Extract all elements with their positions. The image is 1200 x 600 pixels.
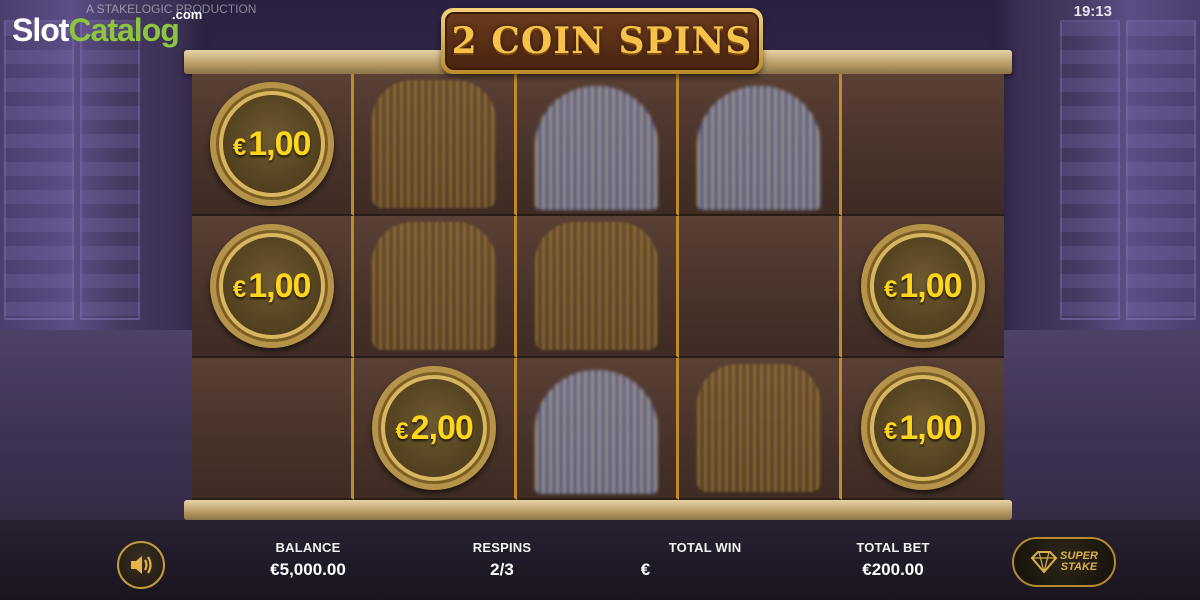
coin-amount: 1,00: [248, 266, 311, 305]
hieroglyph-wall-left: [4, 20, 74, 320]
feature-title: 2 COIN SPINS: [451, 20, 753, 62]
title-plaque-inner: 2 COIN SPINS: [445, 12, 759, 70]
coin-symbol: €1,00: [860, 366, 985, 490]
spinning-symbol-blur: [372, 80, 496, 208]
spinning-symbol-blur: [534, 370, 659, 494]
coin-value: €2,00: [395, 408, 474, 448]
coin-value: €1,00: [232, 124, 312, 164]
super-stake-label: SUPER STAKE: [1060, 551, 1098, 573]
reel-cell: [679, 74, 842, 216]
hieroglyph-wall-left-inner: [80, 20, 140, 320]
spinning-symbol-blur: [534, 86, 659, 210]
total-win-display: TOTAL WIN €: [641, 540, 742, 580]
reel-cell: [841, 74, 1004, 216]
coin-amount: 1,00: [248, 124, 311, 163]
reel-cell: €1,00: [192, 216, 355, 358]
total-win-value: €: [640, 560, 651, 579]
clock: 19:13: [1073, 3, 1112, 20]
coin-currency: €: [395, 417, 408, 445]
coin-amount: 2,00: [410, 408, 474, 447]
total-win-label: TOTAL WIN: [668, 540, 742, 555]
logo-com-text: .com: [172, 7, 203, 22]
coin-currency: €: [232, 275, 246, 303]
spinning-symbol-blur: [697, 86, 821, 210]
balance-display: BALANCE €5,000.00: [270, 540, 346, 580]
balance-label: BALANCE: [275, 540, 341, 555]
spinning-symbol-blur: [372, 222, 496, 350]
reel-cell: [516, 358, 680, 500]
reel-cell: €1,00: [841, 358, 1004, 500]
hieroglyph-wall-right: [1126, 20, 1196, 320]
hieroglyph-wall-right-inner: [1060, 20, 1120, 320]
coin-symbol: €2,00: [372, 366, 497, 490]
reel-cell: [516, 216, 680, 358]
reel-grid: €1,00 €1,00 €1,00 €2,00 €1,00: [192, 74, 1004, 500]
total-bet-display: TOTAL BET €200.00: [856, 540, 929, 580]
respins-label: RESPINS: [472, 540, 532, 555]
coin-currency: €: [884, 417, 897, 445]
reel-cell: [192, 358, 355, 500]
total-bet-label: TOTAL BET: [856, 540, 930, 555]
coin-symbol: €1,00: [209, 82, 334, 206]
respins-display: RESPINS 2/3: [473, 540, 531, 580]
respins-value: 2/3: [490, 560, 514, 579]
total-bet-value: €200.00: [862, 560, 924, 579]
reel-cell: [354, 74, 517, 216]
reel-cell: [354, 216, 517, 358]
sound-button[interactable]: [117, 541, 165, 589]
reel-cell: €2,00: [354, 358, 517, 500]
spinning-symbol-blur: [697, 364, 821, 492]
reel-cell: €1,00: [841, 216, 1004, 358]
coin-amount: 1,00: [899, 266, 962, 305]
coin-value: €1,00: [884, 266, 963, 306]
coin-currency: €: [884, 275, 897, 303]
reel-frame-bottom: [184, 500, 1012, 520]
speaker-icon: [131, 556, 152, 574]
coin-symbol: €1,00: [209, 224, 334, 348]
balance-value: €5,000.00: [270, 560, 346, 579]
reel-cell: [679, 358, 842, 500]
super-stake-button[interactable]: SUPER STAKE: [1012, 537, 1116, 587]
reel-cell: [679, 216, 842, 358]
reel-cell: [516, 74, 680, 216]
logo-catalog-text: Catalog: [68, 12, 179, 48]
reel-cell: €1,00: [192, 74, 355, 216]
logo-slot-text: Slot: [12, 12, 69, 48]
coin-value: €1,00: [232, 266, 312, 306]
coin-value: €1,00: [884, 408, 963, 448]
coin-amount: 1,00: [899, 408, 962, 447]
title-plaque: 2 COIN SPINS: [441, 8, 763, 74]
slotcatalog-logo: SlotCatalog .com: [12, 8, 202, 48]
super-stake-label-line2: STAKE: [1060, 561, 1098, 573]
coin-symbol: €1,00: [860, 224, 985, 348]
spinning-symbol-blur: [534, 222, 659, 350]
coin-currency: €: [232, 133, 246, 161]
diamond-icon: [1030, 551, 1058, 573]
